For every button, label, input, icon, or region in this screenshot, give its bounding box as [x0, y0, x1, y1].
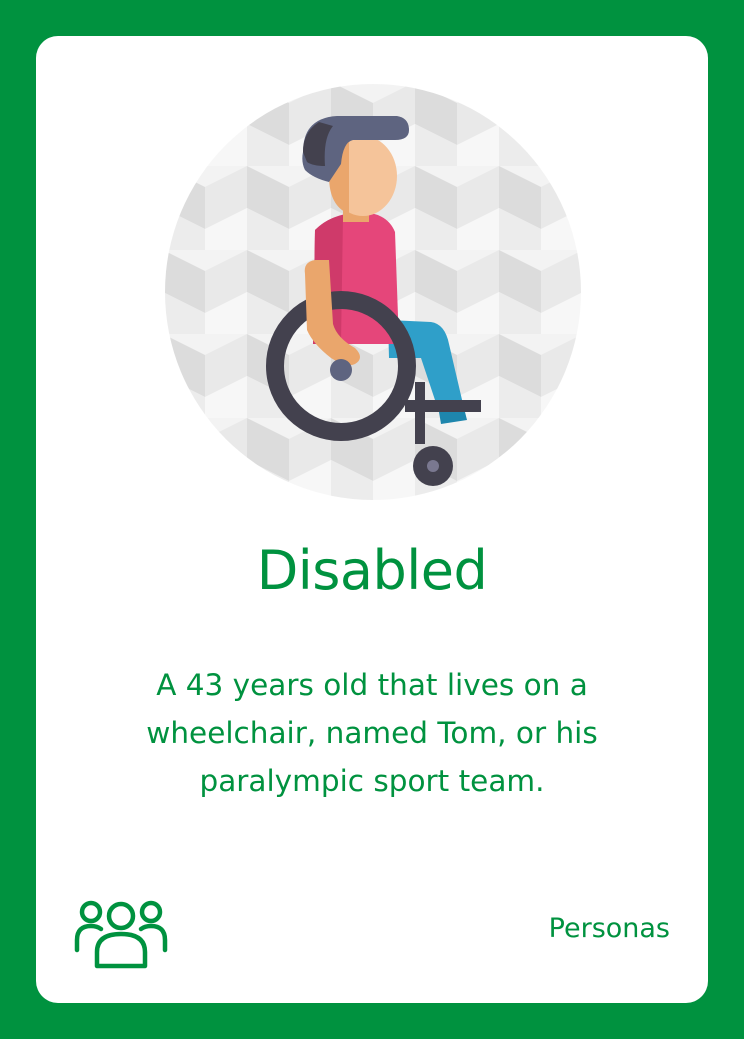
card-title: Disabled — [256, 539, 488, 602]
persona-card: Disabled A 43 years old that lives on a … — [36, 36, 708, 1003]
card-description: A 43 years old that lives on a wheelchai… — [146, 668, 598, 798]
illustration — [163, 82, 583, 502]
category-label: Personas — [548, 913, 670, 944]
group-of-people-icon — [73, 898, 169, 970]
person-in-wheelchair-icon — [165, 84, 581, 500]
